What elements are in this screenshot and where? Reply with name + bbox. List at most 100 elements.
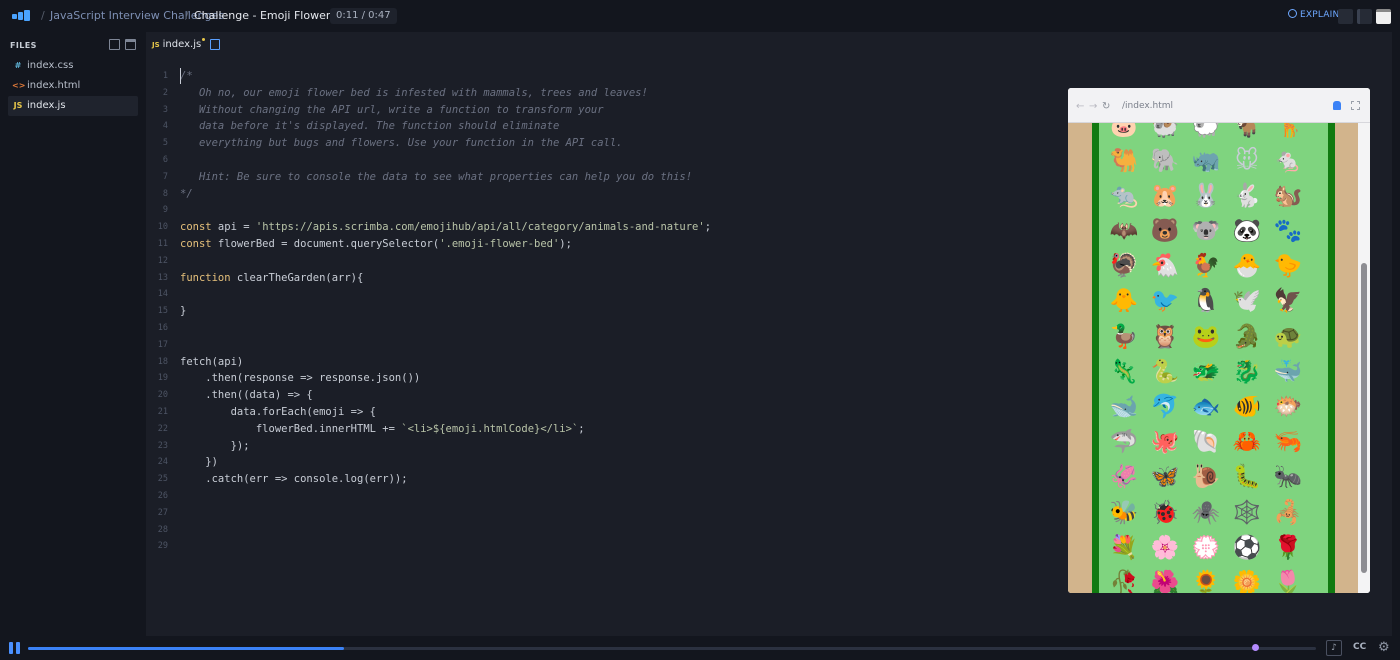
gear-icon[interactable]: ⚙ (1378, 640, 1390, 655)
reload-icon[interactable]: ↻ (1102, 101, 1110, 112)
file-item-index-js[interactable]: JS index.js (8, 96, 138, 116)
emoji-flower-bed: 🐷 🐏 🐑 🐐 🦒 🐫 🐘 🦏 🐭 🐁 🐀 🐹 🐰 🐇 🐿️ 🦇 🐻 🐨 🐼 🐾 🦃 🐔 🐓 🐣 🐤 🐥 🐦 🐧 🕊️ 🦅 🦆 🦉 🐸 🐊 🐢 🦎 🐍 🐲… (1068, 123, 1358, 593)
emoji-item: 🦒 (1273, 123, 1303, 139)
pause-button[interactable] (9, 642, 21, 654)
emoji-item: 🦏 (1191, 147, 1221, 174)
emoji-item: 🐳 (1273, 358, 1303, 385)
file-item-index-css[interactable]: # index.css (8, 56, 138, 76)
code-token: Oh no, our emoji flower bed is infested … (180, 86, 648, 99)
breadcrumb-separator: / (41, 9, 45, 22)
emoji-item: 🌻 (1191, 569, 1221, 593)
code-line: Without changing the API url, write a fu… (180, 102, 711, 119)
preview-scrollbar-thumb[interactable] (1361, 263, 1367, 573)
file-item-index-html[interactable]: <> index.html (8, 76, 138, 96)
progress-fill (28, 647, 344, 650)
speaker-icon[interactable]: ♪ (1326, 640, 1342, 656)
emoji-item: 🐑 (1191, 123, 1221, 139)
emoji-item: 🦃 (1109, 253, 1139, 280)
scrimba-logo[interactable] (12, 10, 32, 22)
emoji-item: 🐚 (1191, 429, 1221, 456)
line-number-gutter: 1 2 3 4 5 6 7 8 9 10 11 12 13 14 15 16 17 18 19 20 21 22 23 24 2… (146, 68, 168, 555)
emoji-item: 🕸️ (1232, 499, 1262, 526)
layout-editor-button[interactable] (1338, 9, 1353, 24)
emoji-item: 🐉 (1232, 358, 1262, 385)
emoji-item: 🐀 (1109, 182, 1139, 209)
explain-button[interactable]: EXPLAIN (1288, 9, 1339, 20)
emoji-item: 🦉 (1150, 323, 1180, 350)
emoji-item: 🐭 (1235, 147, 1259, 174)
captions-button[interactable]: CC (1353, 642, 1366, 652)
timeline-marker[interactable] (1252, 644, 1259, 651)
code-token: 'https://apis.scrimba.com/emojihub/api/a… (255, 221, 705, 234)
emoji-item: 🐠 (1232, 394, 1262, 420)
emoji-item: 🐫 (1109, 147, 1139, 174)
emoji-item: 🐲 (1191, 358, 1221, 385)
new-file-icon[interactable] (109, 39, 120, 50)
code-line: .then(response => response.json()) (180, 370, 711, 387)
emoji-item: 🐍 (1150, 358, 1180, 385)
preview-window: ← → ↻ /index.html 🐷 🐏 🐑 🐐 🦒 🐫 🐘 🦏 🐭 🐁 🐀 🐹 🐰 🐇 🐿️ 🦇 🐻 🐨 🐼 🐾 🦃… (1068, 88, 1370, 593)
preview-url[interactable]: /index.html (1122, 101, 1173, 111)
player-bar: ♪ CC ⚙ (0, 636, 1400, 660)
notification-bell-icon[interactable] (1333, 101, 1341, 110)
code-line: Hint: Be sure to console the data to see… (180, 169, 711, 186)
emoji-item: 🌹 (1273, 534, 1303, 561)
code-token: ; (578, 422, 585, 435)
emoji-item: 🐊 (1232, 323, 1262, 350)
fullscreen-icon[interactable] (1351, 101, 1360, 110)
emoji-item: 🐔 (1150, 253, 1180, 280)
emoji-item: 🐼 (1232, 218, 1262, 245)
emoji-item: 🐞 (1150, 499, 1180, 526)
html-file-icon: <> (12, 81, 26, 90)
emoji-item: 🐟 (1191, 394, 1221, 420)
progress-track[interactable] (28, 647, 1316, 650)
editor-scrollbar[interactable] (1392, 32, 1400, 636)
emoji-item: 🐡 (1273, 394, 1303, 420)
line-number: 3 (162, 104, 168, 115)
emoji-item: 🐋 (1109, 394, 1139, 420)
emoji-item: 🦇 (1109, 218, 1139, 245)
code-token: .catch(err => console.log(err)); (180, 473, 408, 486)
new-folder-icon[interactable] (125, 39, 136, 50)
emoji-item: 🐾 (1273, 218, 1303, 245)
line-number: 20 (157, 390, 168, 401)
code-token: ; (704, 221, 712, 234)
emoji-item: ⚽ (1232, 534, 1262, 561)
emoji-item: 🐣 (1232, 253, 1262, 280)
emoji-item: 🐨 (1191, 218, 1221, 245)
code-token: everything but bugs and flowers. Use you… (180, 137, 623, 150)
add-file-icon[interactable] (210, 39, 220, 50)
preview-scrollbar[interactable] (1358, 123, 1370, 593)
emoji-item: 🦋 (1150, 464, 1180, 491)
line-number: 22 (157, 423, 168, 434)
emoji-item: 🐤 (1273, 253, 1303, 280)
editor-tab-bar: JS index.js (146, 32, 1392, 56)
file-name: index.html (27, 80, 81, 91)
back-arrow-icon[interactable]: ← (1076, 101, 1084, 112)
code-token: */ (180, 187, 193, 200)
code-token: } (180, 305, 187, 318)
emoji-item: 🐛 (1232, 464, 1262, 491)
tab-index-js[interactable]: JS index.js (152, 38, 206, 50)
layout-preview-button[interactable] (1376, 9, 1391, 24)
line-number: 16 (157, 322, 168, 333)
code-content[interactable]: /* Oh no, our emoji flower bed is infest… (180, 68, 711, 555)
emoji-item: 🐁 (1273, 147, 1303, 174)
emoji-item: 🐏 (1150, 123, 1180, 139)
text-cursor (180, 68, 181, 84)
code-line: data.forEach(emoji => { (180, 404, 711, 421)
emoji-list: 🐷 🐏 🐑 🐐 🦒 🐫 🐘 🦏 🐭 🐁 🐀 🐹 🐰 🐇 🐿️ 🦇 🐻 🐨 🐼 🐾 🦃 🐔 🐓 🐣 🐤 🐥 🐦 🐧 🕊️ 🦅 🦆 🦉 🐸 🐊 🐢 🦎 🐍 🐲… (1104, 123, 1324, 593)
code-token: /* (180, 70, 193, 82)
emoji-item: 🦀 (1232, 429, 1262, 456)
emoji-item: 🕷️ (1191, 499, 1221, 526)
code-line: /* (180, 68, 711, 85)
emoji-item: 💮 (1191, 534, 1221, 561)
code-token: ); (559, 237, 572, 250)
forward-arrow-icon[interactable]: → (1089, 101, 1097, 112)
emoji-item: 🐬 (1150, 394, 1180, 420)
layout-split-button[interactable] (1357, 9, 1372, 24)
